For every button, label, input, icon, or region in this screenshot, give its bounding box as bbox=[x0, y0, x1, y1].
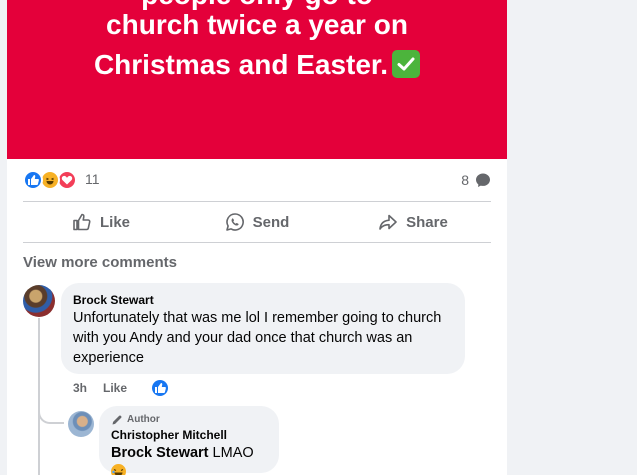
comment-timestamp[interactable]: 3h bbox=[73, 381, 87, 395]
image-text-line-3: Christmas and Easter. bbox=[7, 45, 507, 85]
like-button[interactable]: Like bbox=[23, 203, 179, 241]
like-reaction-icon[interactable] bbox=[152, 380, 168, 396]
comment-bubble: Brock Stewart Unfortunately that was me … bbox=[61, 283, 465, 374]
reply-text: Brock Stewart LMAO bbox=[111, 443, 267, 475]
avatar[interactable] bbox=[23, 285, 55, 317]
pencil-icon bbox=[112, 415, 122, 425]
reaction-count[interactable]: 11 bbox=[85, 171, 100, 187]
send-button[interactable]: Send bbox=[179, 203, 335, 241]
comment-author[interactable]: Brock Stewart bbox=[73, 292, 453, 308]
share-button[interactable]: Share bbox=[335, 203, 491, 241]
check-mark-icon bbox=[392, 50, 421, 78]
reply-message: LMAO bbox=[212, 445, 254, 461]
send-button-label: Send bbox=[252, 213, 290, 231]
image-text-line-2: church twice a year on bbox=[106, 9, 408, 40]
divider bbox=[23, 242, 491, 243]
reply-author[interactable]: Christopher Mitchell bbox=[111, 427, 267, 443]
author-badge: Author bbox=[111, 413, 267, 427]
right-rail bbox=[507, 0, 637, 475]
author-badge-label: Author bbox=[127, 414, 160, 425]
post-card: people only go to church twice a year on… bbox=[7, 0, 507, 475]
share-arrow-icon bbox=[379, 214, 397, 230]
love-reaction-icon bbox=[57, 170, 77, 190]
mention-link[interactable]: Brock Stewart bbox=[111, 445, 209, 461]
post-image[interactable]: people only go to church twice a year on… bbox=[7, 0, 507, 159]
view-more-comments-link[interactable]: View more comments bbox=[23, 254, 177, 271]
thread-line bbox=[38, 318, 40, 475]
post-action-bar: Like Send Share bbox=[23, 203, 491, 241]
comment-text: Unfortunately that was me lol I remember… bbox=[73, 310, 442, 366]
divider bbox=[23, 201, 491, 202]
haha-reaction-icon bbox=[40, 170, 60, 190]
thumbs-up-icon bbox=[73, 213, 91, 231]
reply-bubble: Author Christopher Mitchell Brock Stewar… bbox=[99, 406, 279, 475]
avatar[interactable] bbox=[68, 411, 94, 437]
rolling-laughing-emoji-icon bbox=[111, 464, 126, 475]
reactions-summary: 11 8 bbox=[23, 168, 491, 192]
comment-count[interactable]: 8 bbox=[461, 172, 469, 188]
share-button-label: Share bbox=[406, 213, 448, 231]
like-button-label: Like bbox=[99, 213, 130, 231]
comment-bubble-icon bbox=[475, 172, 491, 193]
like-reaction-icon bbox=[23, 170, 43, 190]
comment-like-button[interactable]: Like bbox=[103, 381, 127, 395]
whatsapp-icon bbox=[225, 213, 244, 231]
reply-thread-connector bbox=[38, 400, 64, 424]
